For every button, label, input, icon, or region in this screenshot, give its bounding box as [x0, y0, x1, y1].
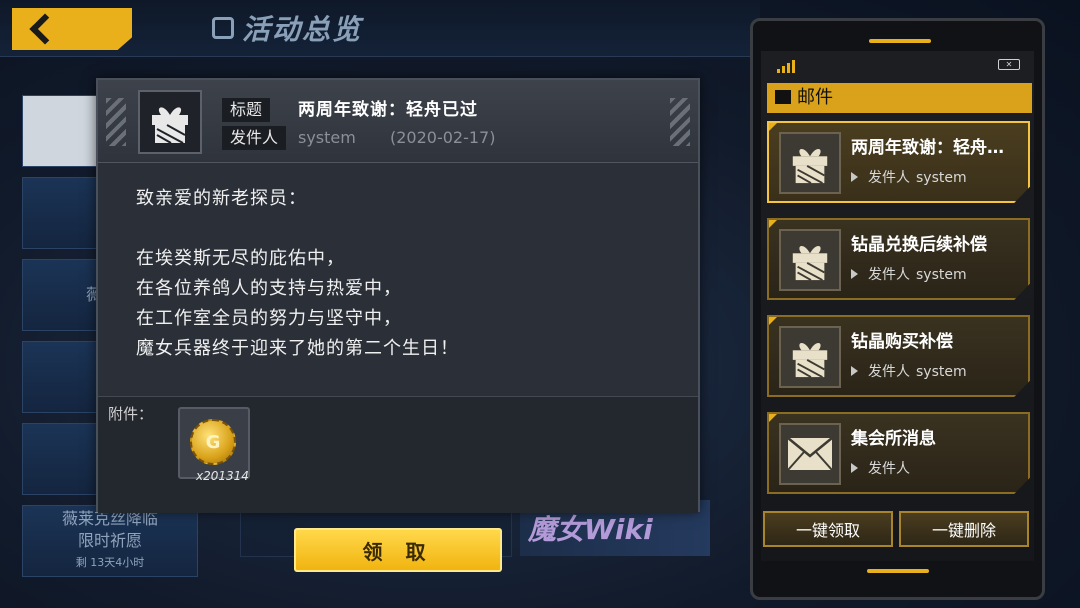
claim-all-button[interactable]: 一键领取	[763, 511, 893, 547]
attachment-quantity: x201314	[196, 469, 249, 483]
back-button[interactable]	[12, 8, 132, 50]
top-bar: 活动总览	[0, 0, 760, 57]
mail-date: (2020-02-17)	[390, 128, 496, 147]
stripe-decoration	[670, 98, 690, 146]
mail-item-icon	[779, 229, 841, 291]
mail-list-item[interactable]: 集会所消息 发件人	[767, 412, 1030, 494]
mail-item-title: 两周年致谢：轻舟…	[851, 138, 1004, 158]
status-bar: ✕	[771, 57, 1024, 73]
attachment-label: 附件：	[108, 405, 154, 423]
signal-icon	[777, 60, 795, 73]
mail-body: 致亲爱的新老探员： 在埃癸斯无尽的庇佑中， 在各位养鸽人的支持与热爱中， 在工作…	[136, 184, 676, 364]
play-icon	[851, 366, 858, 376]
coin-icon: G	[190, 419, 236, 465]
play-icon	[851, 463, 858, 473]
delete-all-button[interactable]: 一键删除	[899, 511, 1029, 547]
title-label: 标题	[222, 98, 271, 122]
play-icon	[851, 269, 858, 279]
mail-item-icon	[779, 423, 841, 485]
body-line: 在各位养鸽人的支持与热爱中，	[136, 278, 402, 299]
mail-item-meta: 发件人	[851, 458, 916, 478]
body-line: 致亲爱的新老探员：	[136, 188, 307, 209]
mail-item-icon	[779, 326, 841, 388]
attachment-row: 附件： G x201314	[98, 396, 698, 513]
panel-notch	[869, 39, 931, 43]
gift-icon	[792, 149, 828, 184]
mail-list-item[interactable]: 钻晶兑换后续补偿 发件人 system	[767, 218, 1030, 300]
mail-item-meta: 发件人 system	[851, 361, 967, 381]
mail-detail-header: 标题 两周年致谢：轻舟已过 发件人 system (2020-02-17)	[98, 80, 698, 163]
mail-panel-screen: ✕ 邮件 两周年致谢：轻舟… 发件人 system 钻晶兑换后续补偿 发件人 s…	[761, 51, 1034, 561]
chevron-left-icon	[29, 13, 61, 45]
body-line: 魔女兵器终于迎来了她的第二个生日！	[136, 338, 459, 359]
mail-detail-dialog: 标题 两周年致谢：轻舟已过 发件人 system (2020-02-17) 致亲…	[96, 78, 700, 513]
mail-list-item[interactable]: 两周年致谢：轻舟… 发件人 system	[767, 121, 1030, 203]
body-line	[136, 214, 676, 244]
gift-icon	[792, 246, 828, 281]
mail-detail-icon	[138, 90, 202, 154]
page-title: 活动总览	[212, 10, 362, 46]
mail-list-item[interactable]: 钻晶购买补偿 发件人 system	[767, 315, 1030, 397]
sender-label: 发件人	[222, 126, 287, 150]
stripe-decoration	[106, 98, 126, 146]
mail-item-meta: 发件人 system	[851, 167, 967, 187]
mail-item-meta: 发件人 system	[851, 264, 967, 284]
gift-icon	[792, 343, 828, 378]
event-tab[interactable]: 薇莱克丝降临 限时祈愿 剩 13天4小时	[22, 505, 198, 577]
mail-panel: ✕ 邮件 两周年致谢：轻舟… 发件人 system 钻晶兑换后续补偿 发件人 s…	[750, 18, 1045, 600]
battery-icon: ✕	[998, 59, 1020, 70]
mail-sender: system	[298, 128, 356, 147]
claim-button[interactable]: 领 取	[294, 528, 502, 572]
mail-item-title: 钻晶购买补偿	[851, 332, 953, 352]
gift-icon	[152, 107, 188, 144]
envelope-icon	[787, 437, 833, 471]
mail-title: 两周年致谢：轻舟已过	[298, 100, 478, 120]
mailbox-icon	[775, 90, 791, 104]
body-line: 在埃癸斯无尽的庇佑中，	[136, 248, 345, 269]
mail-item-title: 集会所消息	[851, 429, 936, 449]
calendar-icon	[212, 17, 234, 39]
body-line: 在工作室全员的努力与坚守中，	[136, 308, 402, 329]
mail-panel-header: 邮件	[767, 83, 1032, 113]
mail-item-title: 钻晶兑换后续补偿	[851, 235, 987, 255]
play-icon	[851, 172, 858, 182]
panel-bottom-notch	[867, 569, 929, 573]
mail-item-icon	[779, 132, 841, 194]
